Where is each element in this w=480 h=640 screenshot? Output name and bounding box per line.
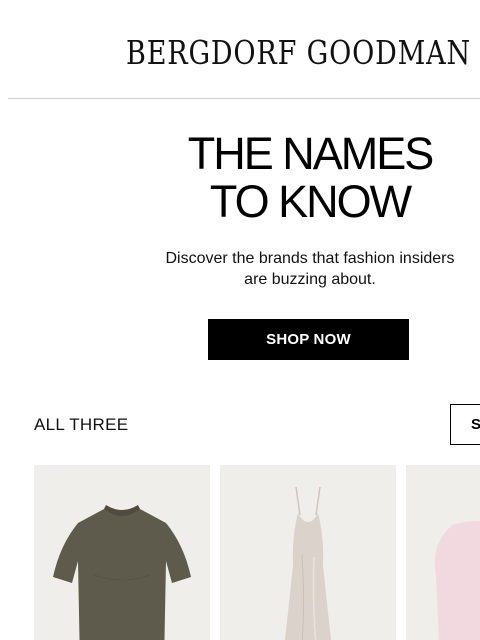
product-card-slip-dress[interactable]: [220, 465, 396, 640]
shop-section-button[interactable]: S: [450, 404, 480, 445]
hero-title-line-2: TO KNOW: [209, 176, 412, 227]
brand-logo[interactable]: BERGDORF GOODMAN: [126, 33, 471, 72]
shop-now-button[interactable]: SHOP NOW: [208, 319, 409, 360]
hero-title: THE NAMES TO KNOW: [140, 130, 480, 226]
hero-subtitle-line-2: are buzzing about.: [244, 271, 376, 288]
olive-tshirt-image: [34, 465, 210, 640]
hero-title-line-1: THE NAMES: [187, 128, 435, 179]
site-header: BERGDORF GOODMAN: [0, 0, 480, 99]
page: BERGDORF GOODMAN THE NAMES TO KNOW Disco…: [0, 0, 480, 640]
section-title: ALL THREE: [34, 415, 129, 434]
satin-slip-dress-image: [220, 465, 396, 640]
hero-section: THE NAMES TO KNOW Discover the brands th…: [140, 130, 480, 290]
pink-sweater-image: [406, 465, 480, 640]
product-card-sweater[interactable]: [406, 465, 480, 640]
product-card-tshirt[interactable]: [34, 465, 210, 640]
hero-subtitle: Discover the brands that fashion insider…: [150, 248, 470, 290]
hero-subtitle-line-1: Discover the brands that fashion insider…: [165, 250, 455, 267]
header-divider: [8, 98, 480, 99]
